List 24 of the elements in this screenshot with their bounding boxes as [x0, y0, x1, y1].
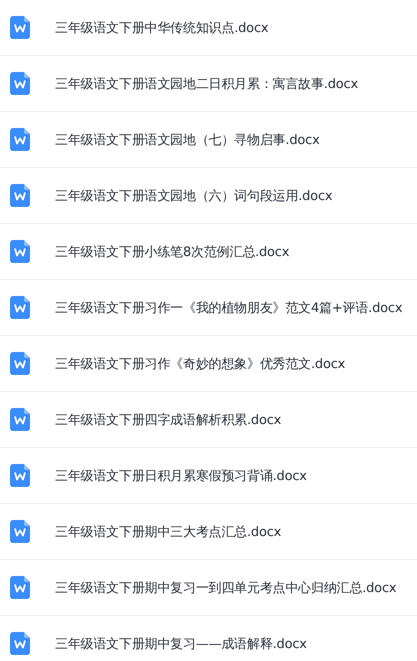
- word-document-icon: [10, 240, 30, 263]
- file-name[interactable]: 三年级语文下册中华传统知识点.docx: [55, 18, 268, 36]
- file-name[interactable]: 三年级语文下册期中复习一到四单元考点中心归纳汇总.docx: [55, 578, 396, 596]
- word-document-icon: [10, 576, 30, 599]
- file-name[interactable]: 三年级语文下册习作一《我的植物朋友》范文4篇+评语.docx: [55, 298, 402, 316]
- file-name[interactable]: 三年级语文下册语文园地（六）词句段运用.docx: [55, 186, 332, 204]
- file-name[interactable]: 三年级语文下册四字成语解析积累.docx: [55, 410, 282, 428]
- word-document-icon: [10, 408, 30, 431]
- word-document-icon: [10, 296, 30, 319]
- word-document-icon: [10, 16, 30, 39]
- word-document-icon: [10, 352, 30, 375]
- file-name[interactable]: 三年级语文下册语文园地（七）寻物启事.docx: [55, 130, 320, 148]
- word-document-icon: [10, 464, 30, 487]
- word-document-icon: [10, 184, 30, 207]
- word-document-icon: [10, 520, 30, 543]
- word-document-icon: [10, 72, 30, 95]
- file-name[interactable]: 三年级语文下册期中复习——成语解释.docx: [55, 634, 307, 652]
- file-name[interactable]: 三年级语文下册小练笔8次范例汇总.docx: [55, 242, 290, 260]
- file-name[interactable]: 三年级语文下册日积月累寒假预习背诵.docx: [55, 466, 307, 484]
- file-name[interactable]: 三年级语文下册期中三大考点汇总.docx: [55, 522, 282, 540]
- file-name[interactable]: 三年级语文下册习作《奇妙的想象》优秀范文.docx: [55, 354, 346, 372]
- word-document-icon: [10, 128, 30, 151]
- word-document-icon: [10, 632, 30, 655]
- file-name[interactable]: 三年级语文下册语文园地二日积月累：寓言故事.docx: [55, 74, 358, 92]
